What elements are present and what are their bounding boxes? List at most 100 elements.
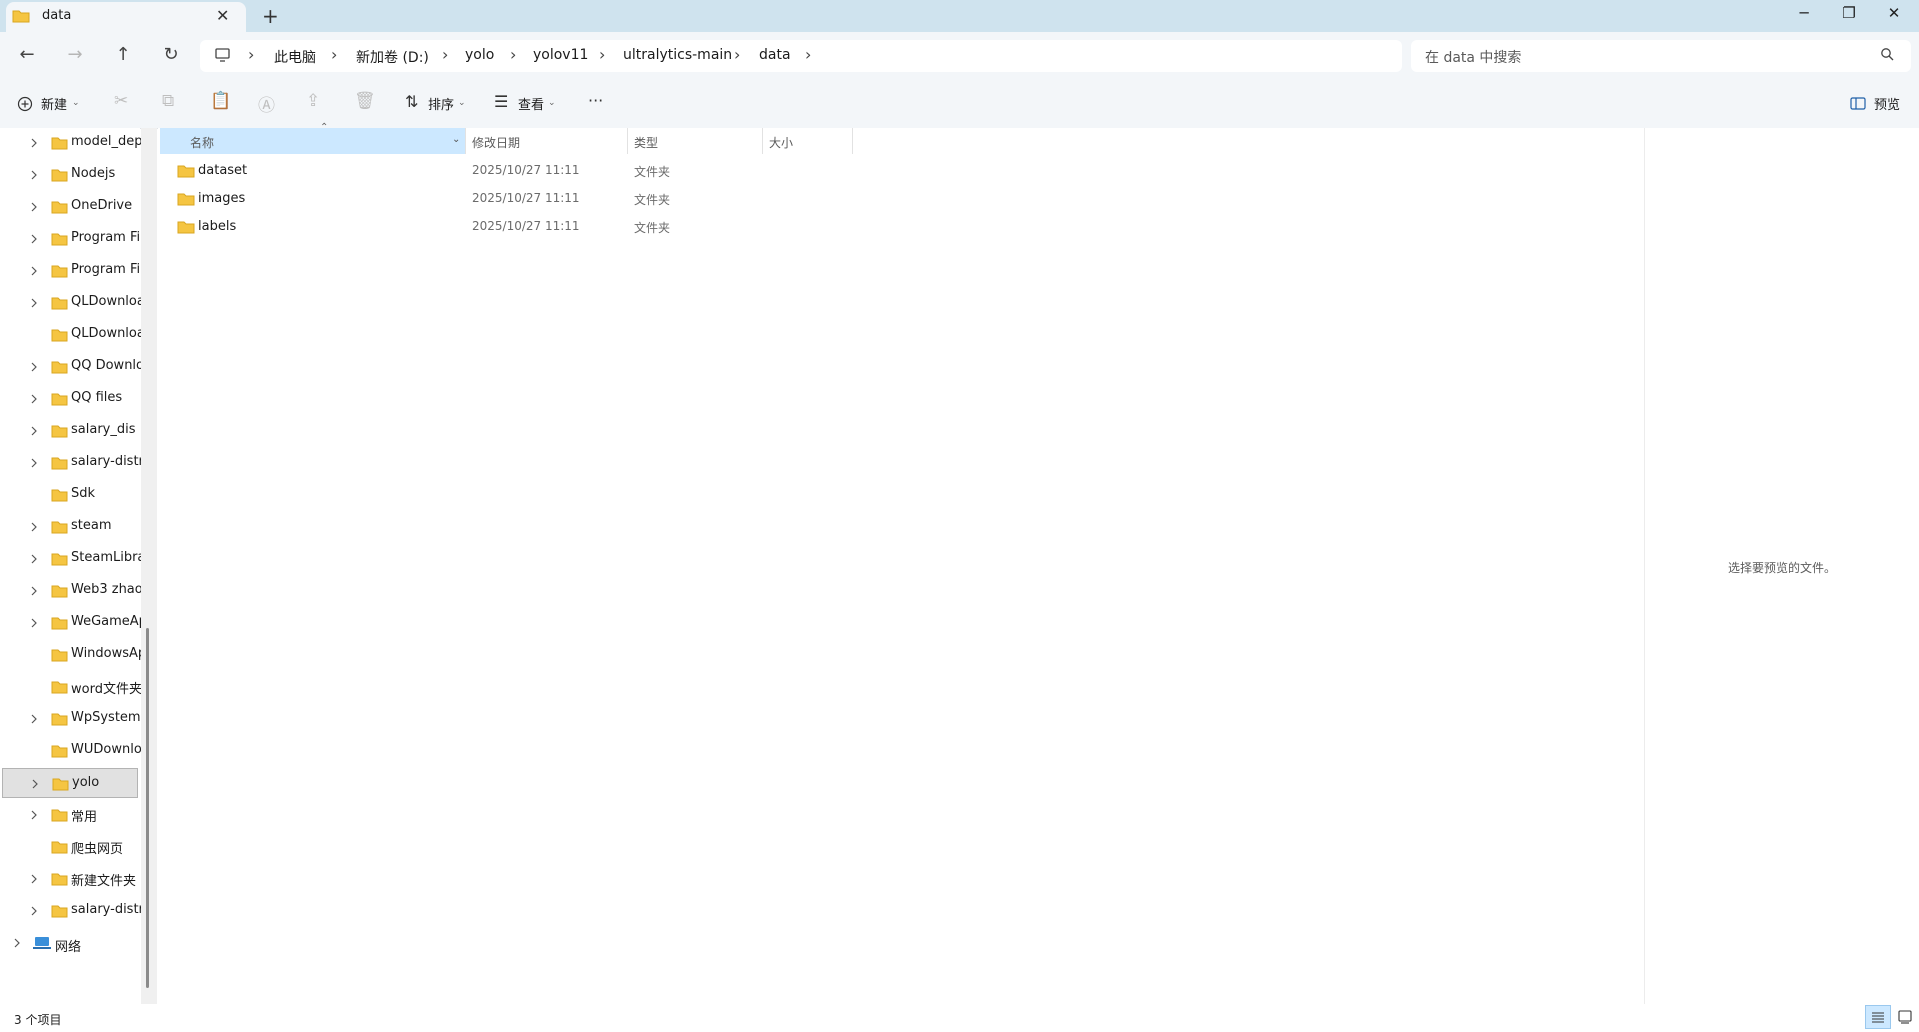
chevron-down-icon[interactable]: ⌄ bbox=[452, 134, 460, 145]
view-button[interactable]: 查看 bbox=[518, 94, 544, 113]
sidebar-item[interactable]: 新建文件夹 bbox=[2, 864, 138, 894]
close-button[interactable]: ✕ bbox=[1874, 4, 1914, 22]
chevron-right-icon[interactable] bbox=[29, 169, 39, 181]
sidebar-item[interactable]: Program Fil bbox=[2, 224, 141, 254]
sidebar-item[interactable]: WeGameAp bbox=[2, 608, 141, 638]
sidebar-item[interactable]: QLDownloa bbox=[2, 320, 141, 350]
sidebar-item[interactable]: WindowsAp bbox=[2, 640, 141, 670]
chevron-right-icon[interactable] bbox=[29, 297, 39, 309]
chevron-down-icon[interactable]: ⌄ bbox=[72, 98, 80, 108]
refresh-button[interactable]: ↻ bbox=[156, 44, 186, 65]
sidebar-item[interactable]: 常用 bbox=[2, 800, 138, 830]
sidebar-item[interactable]: SteamLibrar bbox=[2, 544, 141, 574]
sidebar-item[interactable]: OneDrive bbox=[2, 192, 138, 222]
breadcrumb-item[interactable]: 此电脑 bbox=[274, 47, 316, 67]
sidebar-item[interactable]: Nodejs bbox=[2, 160, 138, 190]
breadcrumb-item[interactable]: 新加卷 (D:) bbox=[356, 47, 429, 67]
sidebar-item[interactable]: QQ files bbox=[2, 384, 138, 414]
search-input[interactable]: 在 data 中搜索 bbox=[1425, 47, 1521, 67]
breadcrumb-chevron-icon[interactable]: › bbox=[331, 45, 337, 64]
search-icon[interactable] bbox=[1880, 47, 1894, 61]
breadcrumb-chevron-icon[interactable]: › bbox=[442, 45, 448, 64]
chevron-right-icon[interactable] bbox=[29, 201, 39, 213]
chevron-right-icon[interactable] bbox=[29, 553, 39, 565]
chevron-right-icon[interactable] bbox=[29, 233, 39, 245]
chevron-right-icon[interactable] bbox=[29, 905, 39, 917]
column-header-modified[interactable]: 修改日期 bbox=[472, 134, 520, 151]
sidebar-item[interactable]: salary_dis bbox=[2, 416, 138, 446]
sidebar-item[interactable]: model_dep bbox=[2, 128, 141, 158]
chevron-right-icon[interactable] bbox=[12, 937, 22, 949]
sidebar-item[interactable]: WpSystem bbox=[2, 704, 141, 734]
breadcrumb-chevron-icon[interactable]: › bbox=[599, 45, 605, 64]
details-view-button[interactable] bbox=[1865, 1005, 1891, 1029]
breadcrumb-item[interactable]: ultralytics-main bbox=[623, 47, 732, 63]
sidebar-item[interactable]: Program Fil bbox=[2, 256, 141, 286]
preview-button[interactable]: 预览 bbox=[1874, 94, 1900, 113]
column-divider[interactable] bbox=[627, 128, 628, 154]
breadcrumb-item[interactable]: yolov11 bbox=[533, 47, 588, 63]
restore-button[interactable]: ❐ bbox=[1829, 4, 1869, 22]
rename-icon[interactable]: Ⓐ bbox=[258, 91, 275, 116]
view-icon[interactable]: ☰ bbox=[494, 92, 508, 111]
cut-icon[interactable]: ✂ bbox=[114, 91, 128, 111]
breadcrumb-chevron-icon[interactable]: › bbox=[510, 45, 516, 64]
new-button[interactable]: 新建 bbox=[41, 94, 67, 113]
sidebar-item[interactable]: WUDownloa bbox=[2, 736, 141, 766]
sort-icon[interactable]: ⇅ bbox=[405, 92, 418, 111]
sort-button[interactable]: 排序 bbox=[428, 94, 454, 113]
large-icons-view-icon[interactable] bbox=[1897, 1009, 1913, 1025]
sidebar-item[interactable]: steam bbox=[2, 512, 138, 542]
more-options-button[interactable]: ··· bbox=[588, 91, 603, 110]
breadcrumb-chevron-icon[interactable]: › bbox=[805, 45, 811, 64]
sidebar-scrollbar-thumb[interactable] bbox=[146, 628, 149, 988]
delete-icon[interactable]: 🗑 bbox=[354, 91, 376, 111]
chevron-right-icon[interactable] bbox=[29, 521, 39, 533]
chevron-right-icon[interactable] bbox=[29, 457, 39, 469]
plus-circle-icon[interactable] bbox=[17, 96, 33, 112]
sidebar-item[interactable]: QQ Downlo bbox=[2, 352, 141, 382]
chevron-right-icon[interactable] bbox=[29, 137, 39, 149]
chevron-right-icon[interactable] bbox=[29, 425, 39, 437]
chevron-right-icon[interactable] bbox=[30, 778, 40, 790]
sidebar-item[interactable]: 爬虫网页 bbox=[2, 832, 138, 862]
sidebar-item[interactable]: salary-distri bbox=[2, 448, 141, 478]
tab-close-icon[interactable]: ✕ bbox=[216, 6, 229, 25]
column-header-size[interactable]: 大小 bbox=[769, 134, 793, 151]
sidebar-item[interactable]: yolo bbox=[2, 768, 138, 798]
sidebar-item[interactable]: word文件夹 bbox=[2, 672, 141, 702]
preview-pane-icon[interactable] bbox=[1850, 97, 1866, 111]
chevron-down-icon[interactable]: ⌄ bbox=[548, 98, 556, 108]
chevron-right-icon[interactable] bbox=[29, 585, 39, 597]
sidebar-item[interactable]: Sdk bbox=[2, 480, 138, 510]
chevron-right-icon[interactable] bbox=[29, 265, 39, 277]
column-header-type[interactable]: 类型 bbox=[634, 134, 658, 151]
sidebar-item[interactable]: Web3 zhao bbox=[2, 576, 141, 606]
up-button[interactable]: ↑ bbox=[108, 44, 138, 65]
sidebar-scrollbar-track[interactable] bbox=[141, 128, 157, 1004]
chevron-right-icon[interactable] bbox=[29, 809, 39, 821]
chevron-right-icon[interactable] bbox=[29, 713, 39, 725]
sidebar-item[interactable]: salary-distri bbox=[2, 896, 141, 926]
new-tab-button[interactable]: + bbox=[262, 4, 279, 28]
paste-icon[interactable]: 📋 bbox=[210, 91, 231, 111]
chevron-right-icon[interactable] bbox=[29, 361, 39, 373]
column-header-name[interactable]: 名称 bbox=[190, 134, 214, 151]
minimize-button[interactable]: ─ bbox=[1784, 4, 1824, 22]
share-icon[interactable]: ⇪ bbox=[306, 91, 320, 111]
breadcrumb-chevron-icon[interactable]: › bbox=[734, 45, 740, 64]
column-divider[interactable] bbox=[852, 128, 853, 154]
sidebar-item-network[interactable]: 网络 bbox=[55, 936, 81, 955]
breadcrumb-chevron-icon[interactable]: › bbox=[248, 45, 254, 64]
chevron-right-icon[interactable] bbox=[29, 393, 39, 405]
sidebar-item[interactable]: QLDownloa bbox=[2, 288, 141, 318]
chevron-right-icon[interactable] bbox=[29, 617, 39, 629]
back-button[interactable]: ← bbox=[12, 44, 42, 65]
copy-icon[interactable]: ⧉ bbox=[162, 91, 174, 111]
column-divider[interactable] bbox=[465, 128, 466, 154]
breadcrumb-item[interactable]: yolo bbox=[465, 47, 494, 63]
chevron-right-icon[interactable] bbox=[29, 873, 39, 885]
chevron-down-icon[interactable]: ⌄ bbox=[458, 98, 466, 108]
column-divider[interactable] bbox=[762, 128, 763, 154]
forward-button[interactable]: → bbox=[60, 44, 90, 65]
